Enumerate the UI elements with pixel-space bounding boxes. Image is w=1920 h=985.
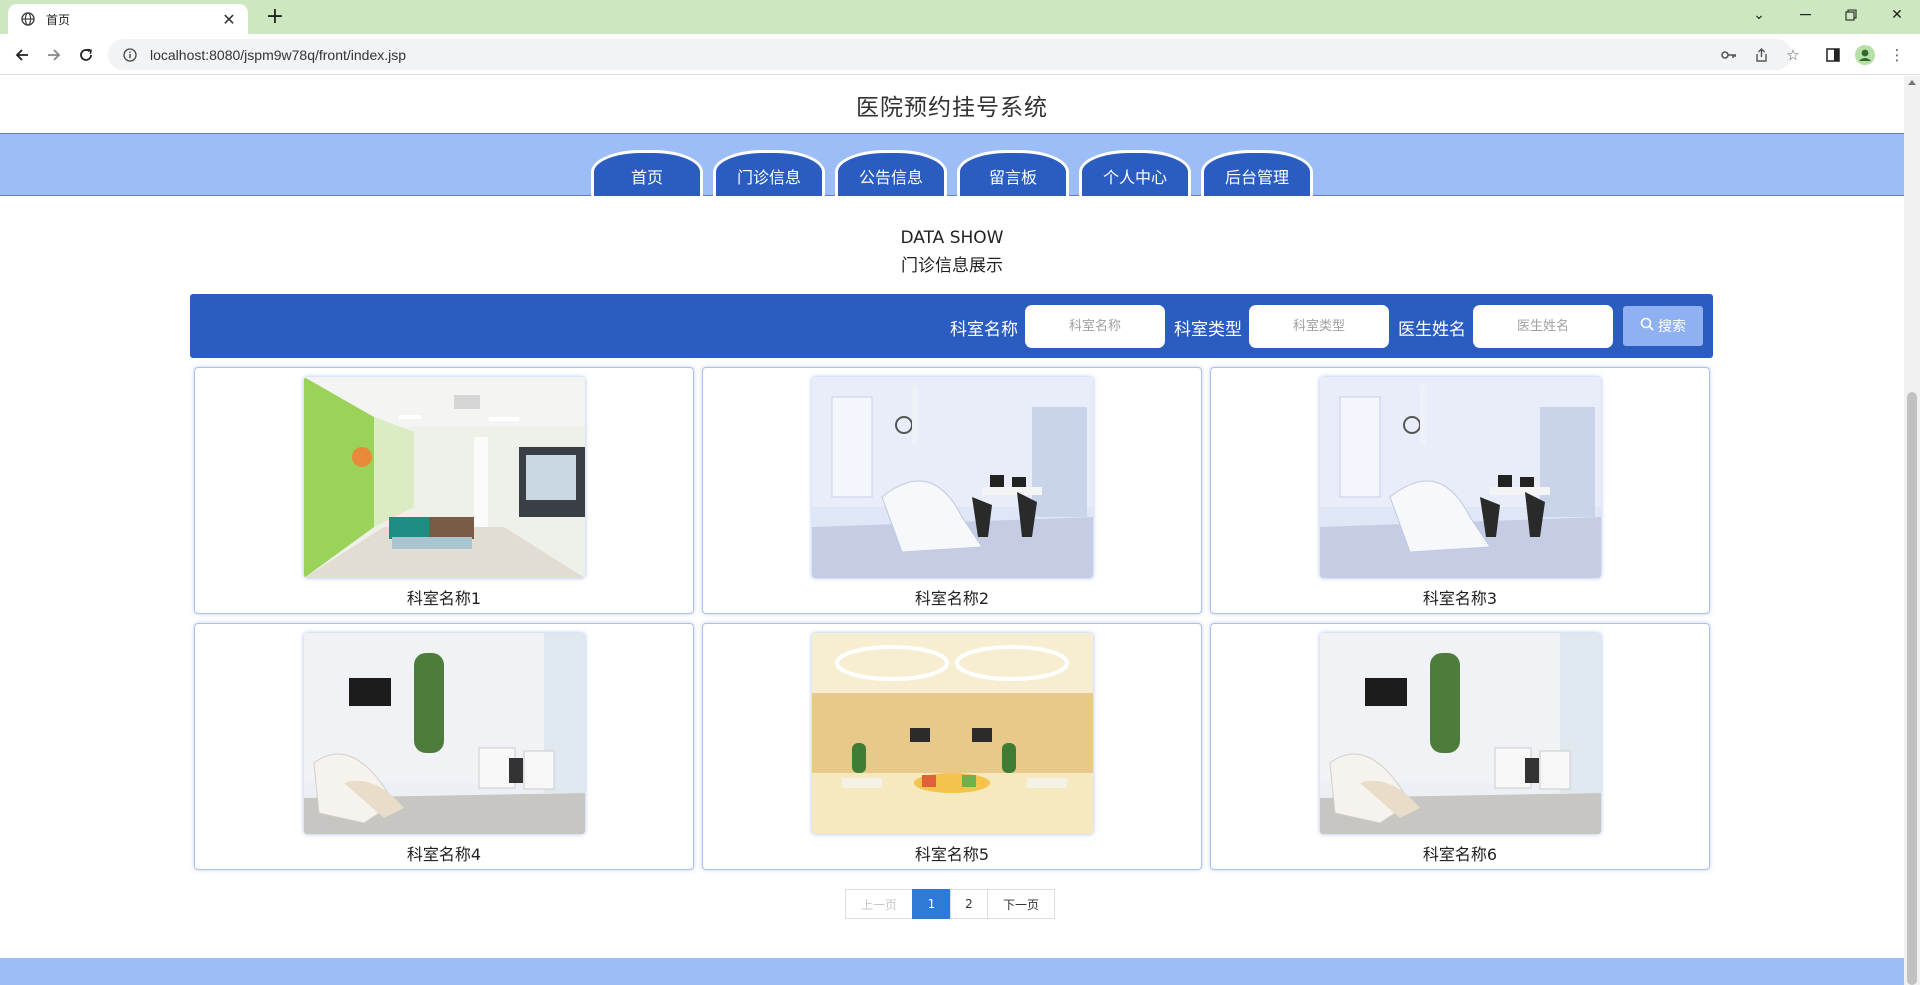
dept-card-name[interactable]: 科室名称6 [1211,841,1709,865]
restore-icon[interactable] [1828,0,1874,30]
close-tab-icon[interactable]: ✕ [220,10,238,29]
browser-tab-title: 首页 [46,12,71,27]
nav-announcements[interactable]: 公告信息 [835,150,947,196]
dental-suite-photo[interactable] [304,633,585,834]
section-title-en: DATA SHOW [900,228,1004,248]
profile-avatar-icon[interactable] [1852,42,1878,68]
nav-message-board[interactable]: 留言板 [957,150,1069,196]
dental-suite-photo[interactable] [1320,633,1601,834]
dental-room-photo[interactable] [812,377,1093,578]
dental-room-photo[interactable] [1320,377,1601,578]
page-scrollbar[interactable] [1904,76,1920,985]
share-icon[interactable] [1748,42,1774,68]
search-button-label: 搜索 [1658,319,1686,335]
page-viewport: 医院预约挂号系统 首页 门诊信息 公告信息 留言板 个人中心 后台管理 DATA… [0,76,1904,985]
url-text: localhost:8080/jspm9w78q/front/index.jsp [150,46,407,63]
key-icon[interactable] [1716,42,1742,68]
dept-card-name[interactable]: 科室名称2 [703,585,1201,609]
nav-admin[interactable]: 后台管理 [1201,150,1313,196]
back-icon[interactable] [8,42,36,68]
lobby-photo[interactable] [304,377,585,578]
bookmark-star-icon[interactable]: ☆ [1780,42,1806,68]
search-button[interactable]: 搜索 [1623,306,1703,346]
side-panel-icon[interactable] [1820,42,1846,68]
dept-card-3[interactable]: 科室名称3 [1210,367,1710,614]
browser-tab[interactable]: 首页 ✕ [8,4,248,34]
address-bar[interactable]: localhost:8080/jspm9w78q/front/index.jsp [108,39,1792,70]
site-info-icon[interactable] [122,47,138,63]
prev-page-button[interactable]: 上一页 [845,889,913,919]
dept-card-name[interactable]: 科室名称3 [1211,585,1709,609]
search-icon [1640,317,1654,335]
dept-card-6[interactable]: 科室名称6 [1210,623,1710,870]
page-1-button[interactable]: 1 [912,889,951,919]
globe-icon [20,11,36,27]
dept-card-5[interactable]: 科室名称5 [702,623,1202,870]
section-title-cn: 门诊信息展示 [901,256,1003,276]
minimize-icon[interactable] [1782,0,1828,30]
browser-toolbar: localhost:8080/jspm9w78q/front/index.jsp… [0,34,1920,75]
pagination: 上一页 1 2 下一页 [845,889,1055,919]
new-tab-icon[interactable]: + [262,5,288,31]
doctor-name-input[interactable] [1473,305,1613,348]
dept-card-name[interactable]: 科室名称5 [703,841,1201,865]
dept-type-input[interactable] [1249,305,1389,348]
next-page-button[interactable]: 下一页 [987,889,1055,919]
browser-menu-icon[interactable]: ⋮ [1884,42,1910,68]
nav-clinic-info[interactable]: 门诊信息 [713,150,825,196]
main-nav: 首页 门诊信息 公告信息 留言板 个人中心 后台管理 [591,150,1313,196]
dept-name-input[interactable] [1025,305,1165,348]
dept-card-name[interactable]: 科室名称4 [195,841,693,865]
scrollbar-thumb[interactable] [1907,392,1917,985]
dept-card-1[interactable]: 科室名称1 [194,367,694,614]
dept-card-2[interactable]: 科室名称2 [702,367,1202,614]
page-footer [0,958,1904,985]
waiting-hall-photo[interactable] [812,633,1093,834]
nav-home[interactable]: 首页 [591,150,703,196]
page-2-button[interactable]: 2 [950,889,988,919]
tab-search-icon[interactable]: ⌄ [1736,0,1782,30]
site-title: 医院预约挂号系统 [856,95,1048,121]
doctor-name-label: 医生姓名 [1398,320,1466,340]
forward-icon[interactable] [40,42,68,68]
dept-card-4[interactable]: 科室名称4 [194,623,694,870]
reload-icon[interactable] [72,42,100,68]
close-window-icon[interactable]: ✕ [1874,0,1920,30]
dept-card-name[interactable]: 科室名称1 [195,585,693,609]
nav-personal-center[interactable]: 个人中心 [1079,150,1191,196]
dept-name-label: 科室名称 [950,320,1018,340]
dept-type-label: 科室类型 [1174,320,1242,340]
browser-tab-strip: 首页 ✕ + ⌄ ✕ [0,0,1920,34]
scroll-up-arrow-icon[interactable] [1908,80,1916,85]
search-bar: 科室名称 科室类型 医生姓名 搜索 [190,294,1713,358]
